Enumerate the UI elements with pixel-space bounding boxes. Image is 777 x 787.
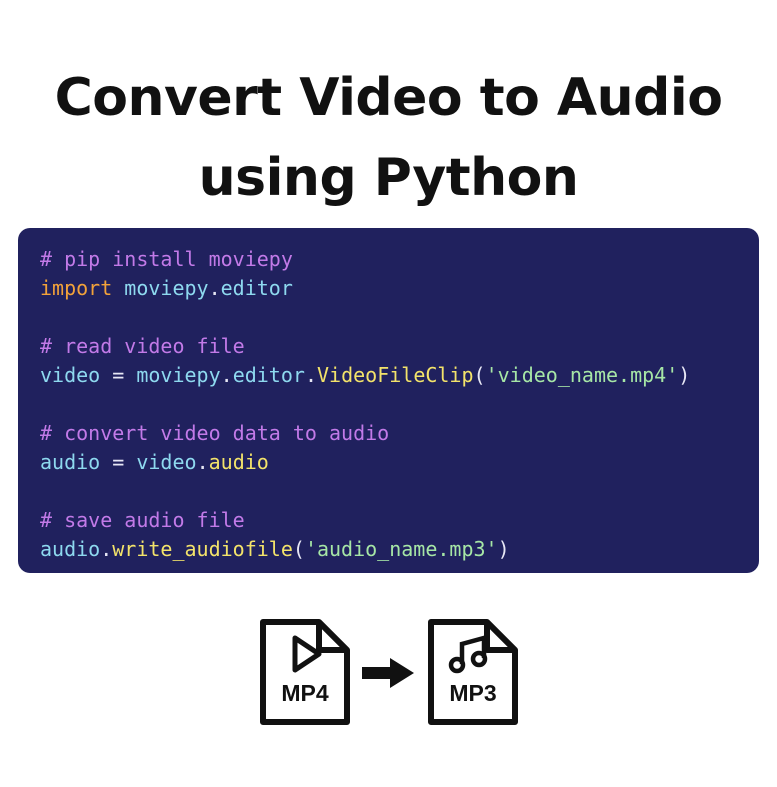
code-operator: = [100,363,137,387]
code-comment: # convert video data to audio [40,421,390,445]
code-identifier: video [136,450,197,474]
code-identifier: video [40,363,101,387]
code-line-8: audio = video.audio [40,448,737,477]
page-title: Convert Video to Audio using Python [0,58,777,218]
mp3-file-icon: MP3 [427,618,519,726]
code-punctuation: ) [678,363,691,387]
code-identifier: editor [220,276,293,300]
code-line-10: # save audio file [40,506,737,535]
code-attribute: audio [208,450,269,474]
code-punctuation: . [304,363,317,387]
code-line-7: # convert video data to audio [40,419,737,448]
code-operator: = [100,450,137,474]
code-identifier: moviepy [136,363,221,387]
code-identifier: audio [40,450,101,474]
file-document-icon [260,619,350,725]
code-punctuation: ( [473,363,486,387]
code-line-1: # pip install moviepy [40,245,737,274]
code-identifier: audio [40,537,101,561]
code-punctuation: . [220,363,233,387]
mp3-label: MP3 [449,680,497,706]
code-function: VideoFileClip [316,363,474,387]
code-comment: # pip install moviepy [40,247,293,271]
code-function: write_audiofile [112,537,293,561]
mp4-file-icon: MP4 [259,618,351,726]
code-comment: # save audio file [40,508,245,532]
mp4-label: MP4 [281,680,329,706]
title-line-2: using Python [198,148,579,208]
code-line-2: import moviepy.editor [40,274,737,303]
code-punctuation: . [100,537,113,561]
code-line-4: # read video file [40,332,737,361]
arrow-right-icon [362,658,414,693]
code-comment: # read video file [40,334,245,358]
code-string: 'video_name.mp4' [485,363,679,387]
conversion-illustration: MP4 MP3 [0,618,777,728]
code-block: # pip install moviepy import moviepy.edi… [18,228,759,573]
code-punctuation: . [196,450,209,474]
code-punctuation: ) [497,537,510,561]
code-identifier: moviepy [124,276,209,300]
code-identifier: editor [232,363,305,387]
code-string: 'audio_name.mp3' [304,537,498,561]
code-punctuation: . [208,276,221,300]
file-document-icon [428,619,518,725]
title-line-1: Convert Video to Audio [54,68,723,128]
code-keyword: import [40,276,113,300]
code-line-11: audio.write_audiofile('audio_name.mp3') [40,535,737,564]
code-line-5: video = moviepy.editor.VideoFileClip('vi… [40,361,737,390]
code-punctuation: ( [292,537,305,561]
